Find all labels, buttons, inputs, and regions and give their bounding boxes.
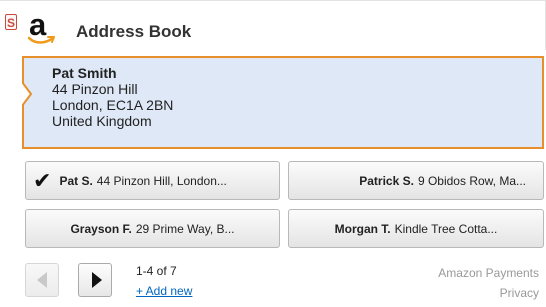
address-button-patrick-s[interactable]: Patrick S. 9 Obidos Row, Ma... xyxy=(288,161,544,200)
selected-address-card: Pat Smith 44 Pinzon Hill London, EC1A 2B… xyxy=(22,56,544,149)
previous-page-button[interactable] xyxy=(25,263,59,297)
amazon-logo: a xyxy=(27,8,61,45)
next-page-button[interactable] xyxy=(78,263,112,297)
privacy-link[interactable]: Privacy xyxy=(438,284,539,302)
s-badge: S xyxy=(5,14,17,30)
page-title: Address Book xyxy=(76,22,192,41)
chevron-left-icon xyxy=(37,272,47,288)
selected-address-name: Pat Smith xyxy=(52,65,117,81)
selected-address-line-1: 44 Pinzon Hill xyxy=(52,81,138,97)
address-button-detail: 9 Obidos Row, Ma... xyxy=(417,173,526,188)
selected-address-line-3: United Kingdom xyxy=(52,113,152,129)
address-button-detail: 29 Prime Way, B... xyxy=(135,221,235,236)
selected-indicator-notch xyxy=(22,82,32,106)
address-button-detail: 44 Pinzon Hill, London... xyxy=(96,173,227,188)
address-button-name: Morgan T. xyxy=(334,221,391,236)
chevron-right-icon xyxy=(92,272,102,288)
address-button-detail: Kindle Tree Cotta... xyxy=(394,221,498,236)
address-button-pat-s[interactable]: ✔ Pat S. 44 Pinzon Hill, London... xyxy=(25,161,280,200)
address-book-header: S a Address Book xyxy=(0,0,546,50)
address-button-name: Patrick S. xyxy=(359,173,414,188)
address-button-morgan-t[interactable]: Morgan T. Kindle Tree Cotta... xyxy=(288,209,544,248)
add-new-link[interactable]: + Add new xyxy=(136,284,192,298)
amazon-payments-label: Amazon Payments xyxy=(438,266,539,280)
address-button-name: Pat S. xyxy=(59,173,93,188)
address-book-widget: S a Address Book Pat Smith 44 Pinzon Hil… xyxy=(0,0,546,307)
checkmark-icon: ✔ xyxy=(33,167,52,193)
selected-address-content: Pat Smith 44 Pinzon Hill London, EC1A 2B… xyxy=(52,65,173,129)
address-button-name: Grayson F. xyxy=(70,221,132,236)
address-button-grayson-f[interactable]: Grayson F. 29 Prime Way, B... xyxy=(25,209,280,248)
amazon-smile-icon xyxy=(27,36,55,44)
selected-address-line-2: London, EC1A 2BN xyxy=(52,97,174,113)
page-count: 1-4 of 7 xyxy=(136,264,177,278)
footer-links: Amazon Payments Privacy xyxy=(438,264,539,302)
